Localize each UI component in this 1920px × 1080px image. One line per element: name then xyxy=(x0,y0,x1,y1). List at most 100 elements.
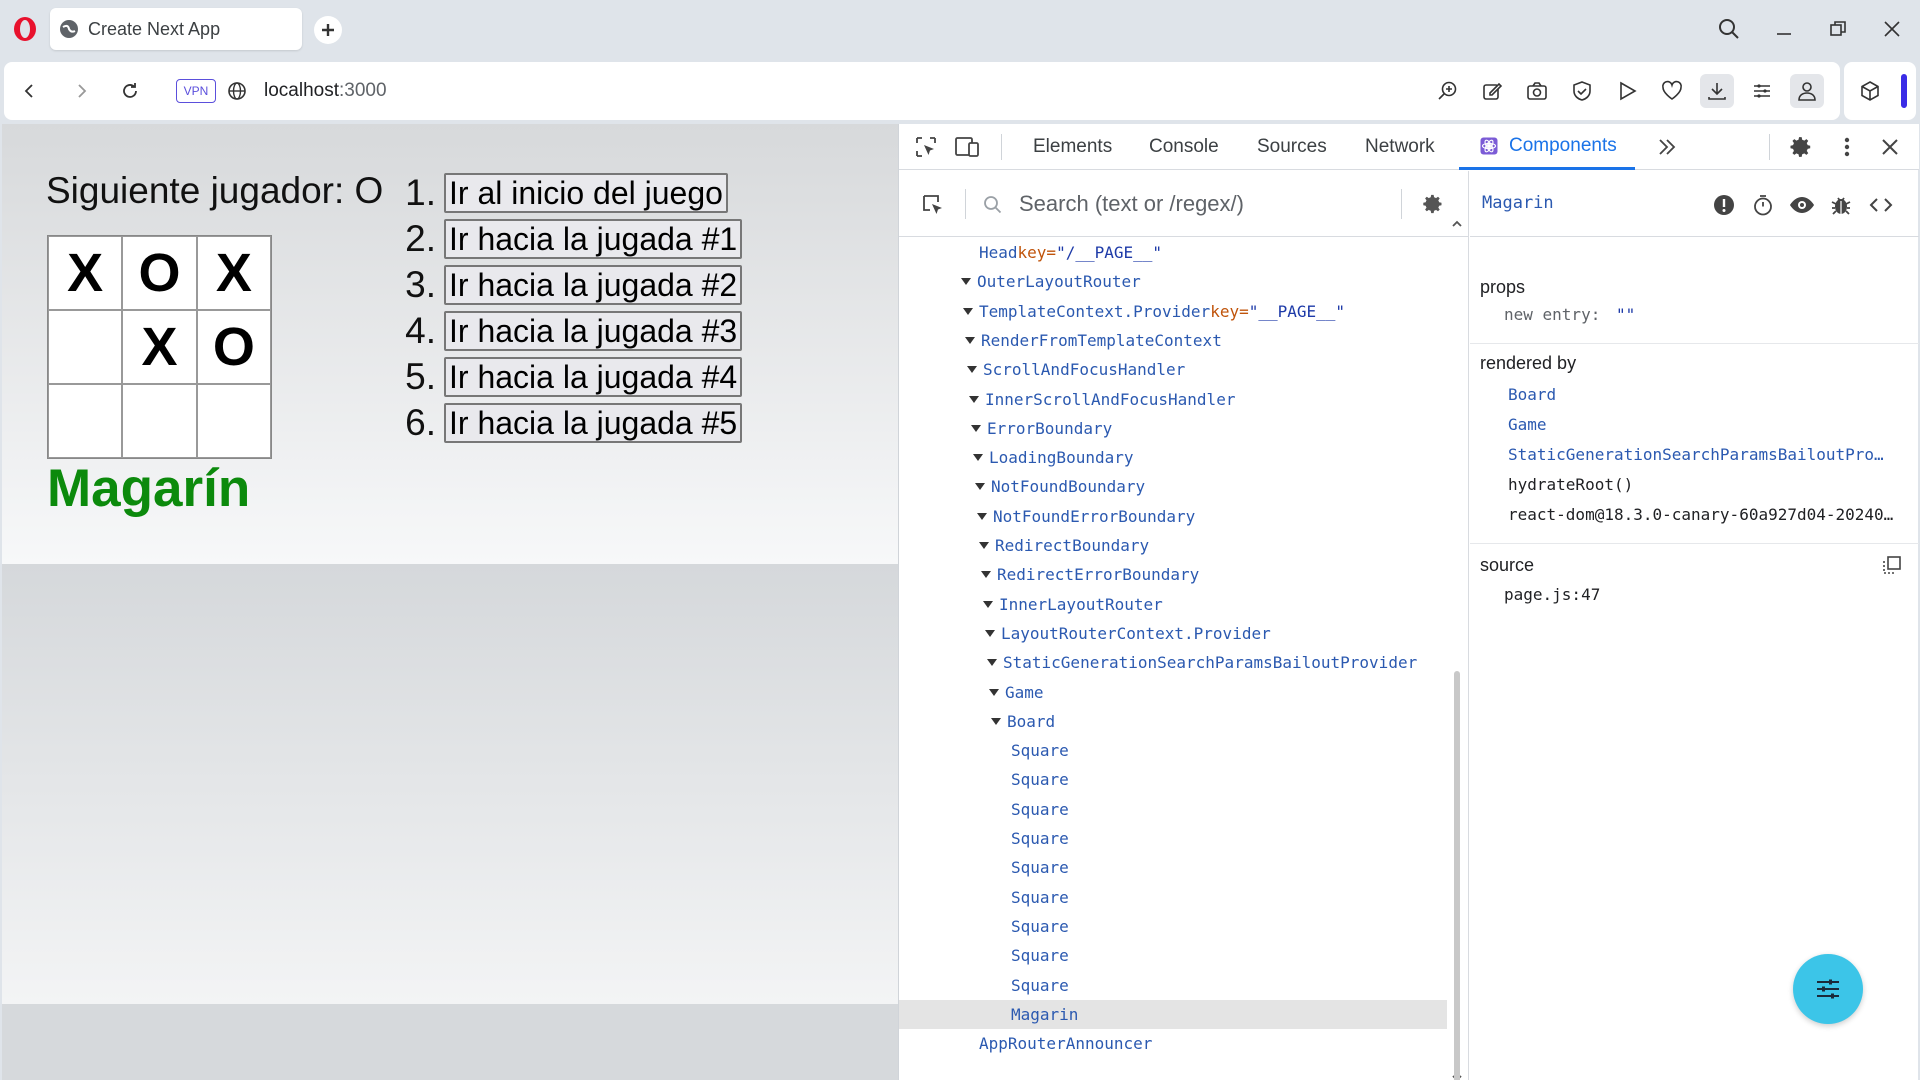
expand-triangle-icon[interactable] xyxy=(981,571,991,579)
restore-button[interactable] xyxy=(1823,14,1853,44)
expand-triangle-icon[interactable] xyxy=(985,629,995,637)
board-square[interactable]: X xyxy=(48,236,123,310)
tab-network[interactable]: Network xyxy=(1365,124,1435,170)
expand-triangle-icon[interactable] xyxy=(967,366,977,374)
expand-triangle-icon[interactable] xyxy=(983,600,993,608)
tree-node[interactable]: Square xyxy=(1011,765,1069,794)
edit-button[interactable] xyxy=(1475,74,1509,108)
player-button[interactable] xyxy=(1610,74,1644,108)
rendered-by-owner[interactable]: StaticGenerationSearchParamsBailoutPro… xyxy=(1508,445,1884,464)
forward-button[interactable] xyxy=(67,76,97,106)
url-field[interactable]: localhost:3000 xyxy=(264,80,387,102)
expand-triangle-icon[interactable] xyxy=(979,542,989,549)
zoom-button[interactable] xyxy=(1431,74,1465,108)
tree-node[interactable]: TemplateContext.Provider key= "__PAGE__" xyxy=(963,297,1345,326)
tab-console[interactable]: Console xyxy=(1149,124,1219,170)
move-button[interactable]: Ir hacia la jugada #5 xyxy=(444,403,743,443)
tree-node[interactable]: Square xyxy=(1011,853,1069,882)
tree-node[interactable]: Board xyxy=(991,707,1055,736)
tree-node[interactable]: RenderFromTemplateContext xyxy=(965,326,1222,355)
copy-source-button[interactable] xyxy=(1878,551,1906,579)
tree-node[interactable]: LayoutRouterContext.Provider xyxy=(985,619,1271,648)
tree-settings-button[interactable] xyxy=(1419,190,1447,218)
board-square[interactable] xyxy=(48,384,123,458)
scroll-up-icon[interactable] xyxy=(1450,219,1464,229)
board-square[interactable]: X xyxy=(122,310,197,384)
adblock-button[interactable] xyxy=(1565,74,1599,108)
board-square[interactable] xyxy=(48,310,123,384)
tab-components[interactable]: Components xyxy=(1459,124,1635,170)
favorites-button[interactable] xyxy=(1655,74,1689,108)
log-to-console-button[interactable] xyxy=(1827,191,1855,219)
tree-node[interactable]: Magarin xyxy=(899,999,1447,1029)
search-tabs-button[interactable] xyxy=(1714,14,1744,44)
close-window-button[interactable] xyxy=(1877,14,1907,44)
customize-devtools-button[interactable] xyxy=(1833,133,1861,161)
vpn-badge[interactable]: VPN xyxy=(176,79,216,103)
inspect-element-button[interactable] xyxy=(912,133,940,161)
devtools-settings-button[interactable] xyxy=(1787,133,1815,161)
move-button[interactable]: Ir hacia la jugada #1 xyxy=(444,219,743,259)
board-square[interactable]: O xyxy=(196,310,271,384)
move-button[interactable]: Ir hacia la jugada #2 xyxy=(444,265,743,305)
tree-node[interactable]: Square xyxy=(1011,736,1069,765)
tree-node[interactable]: RedirectBoundary xyxy=(979,531,1149,560)
close-devtools-button[interactable] xyxy=(1876,133,1904,161)
tree-node[interactable]: InnerScrollAndFocusHandler xyxy=(969,385,1235,414)
tree-node[interactable]: ErrorBoundary xyxy=(971,414,1112,443)
expand-triangle-icon[interactable] xyxy=(987,659,997,667)
tree-node[interactable]: Square xyxy=(1011,912,1069,941)
tab-elements[interactable]: Elements xyxy=(1033,124,1112,170)
minimize-button[interactable] xyxy=(1769,14,1799,44)
inspect-dom-button[interactable] xyxy=(1788,191,1816,219)
tree-node[interactable]: OuterLayoutRouter xyxy=(961,267,1141,296)
prop-name[interactable]: new entry: xyxy=(1504,305,1600,324)
move-button[interactable]: Ir hacia la jugada #3 xyxy=(444,311,743,351)
expand-triangle-icon[interactable] xyxy=(963,307,973,315)
expand-triangle-icon[interactable] xyxy=(977,512,987,520)
rendered-by-owner[interactable]: Game xyxy=(1508,415,1547,434)
tree-node[interactable]: InnerLayoutRouter xyxy=(983,590,1163,619)
source-location[interactable]: page.js:47 xyxy=(1504,585,1600,604)
floating-settings-button[interactable] xyxy=(1793,954,1863,1024)
tree-node[interactable]: Square xyxy=(1011,824,1069,853)
new-tab-button[interactable] xyxy=(314,16,342,44)
expand-triangle-icon[interactable] xyxy=(971,424,981,432)
move-button[interactable]: Ir al inicio del juego xyxy=(444,173,728,213)
expand-triangle-icon[interactable] xyxy=(975,483,985,491)
tree-search-input[interactable]: Search (text or /regex/) xyxy=(1019,191,1244,217)
tree-scroll-thumb[interactable] xyxy=(1454,671,1460,1080)
browser-tab[interactable]: Create Next App xyxy=(50,8,302,50)
move-button[interactable]: Ir hacia la jugada #4 xyxy=(444,357,743,397)
expand-triangle-icon[interactable] xyxy=(991,717,1001,725)
expand-triangle-icon[interactable] xyxy=(965,336,975,344)
tree-node[interactable]: NotFoundErrorBoundary xyxy=(977,502,1195,531)
easy-setup-button[interactable] xyxy=(1745,74,1779,108)
expand-triangle-icon[interactable] xyxy=(961,278,971,286)
expand-triangle-icon[interactable] xyxy=(989,688,999,696)
expand-triangle-icon[interactable] xyxy=(969,395,979,403)
reload-button[interactable] xyxy=(115,76,145,106)
tree-node[interactable]: NotFoundBoundary xyxy=(975,472,1145,501)
profile-button[interactable] xyxy=(1790,74,1824,108)
back-button[interactable] xyxy=(14,76,44,106)
snapshot-button[interactable] xyxy=(1520,74,1554,108)
view-source-button[interactable] xyxy=(1867,191,1895,219)
tree-node[interactable]: StaticGenerationSearchParamsBailoutProvi… xyxy=(987,648,1417,677)
tab-sources[interactable]: Sources xyxy=(1257,124,1327,170)
prop-value[interactable]: "" xyxy=(1616,305,1635,324)
select-element-button[interactable] xyxy=(919,191,947,219)
board-square[interactable]: X xyxy=(196,236,271,310)
site-info-icon[interactable] xyxy=(224,78,250,104)
tree-node[interactable]: Game xyxy=(989,678,1044,707)
board-square[interactable] xyxy=(122,384,197,458)
board-square[interactable]: O xyxy=(122,236,197,310)
tree-node[interactable]: Square xyxy=(1011,941,1069,970)
extensions-button[interactable] xyxy=(1853,74,1887,108)
force-error-button[interactable] xyxy=(1710,191,1738,219)
tree-node[interactable]: Square xyxy=(1011,795,1069,824)
downloads-button[interactable] xyxy=(1700,74,1734,108)
opera-logo-icon[interactable] xyxy=(12,16,38,42)
tree-node[interactable]: Square xyxy=(1011,971,1069,1000)
expand-triangle-icon[interactable] xyxy=(973,454,983,462)
